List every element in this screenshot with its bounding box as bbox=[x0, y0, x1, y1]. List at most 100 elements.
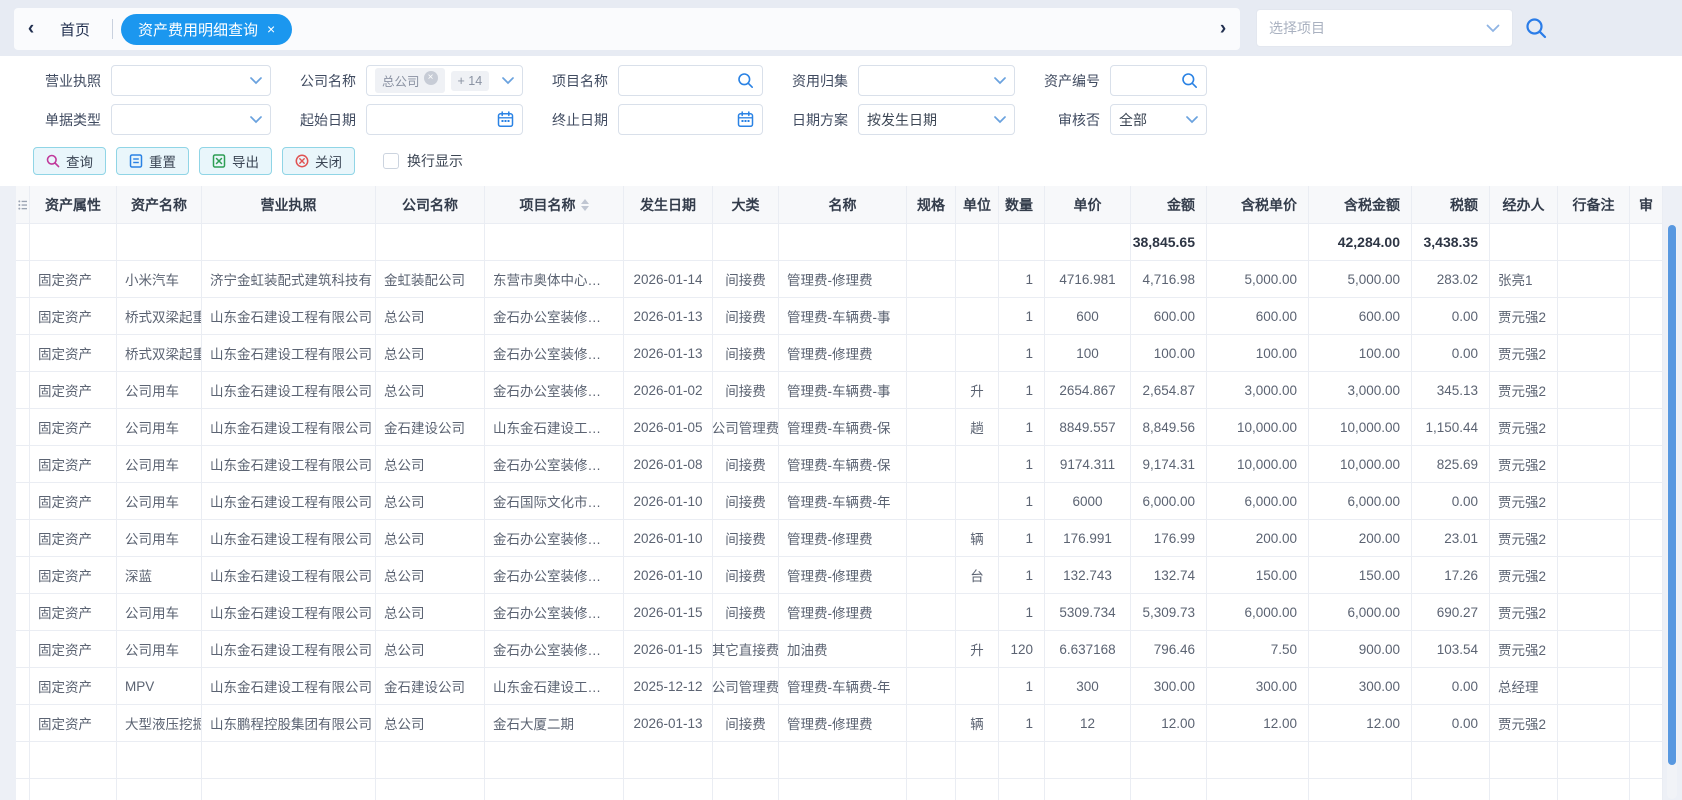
table-row[interactable]: 固定资产大型液压挖掘机山东鹏程控股集团有限公司总公司金石大厦二期2026-01-… bbox=[16, 705, 1663, 742]
cell: 管理费-修理费 bbox=[779, 594, 907, 631]
row-handle-cell bbox=[16, 668, 30, 705]
date-scheme-select[interactable]: 按发生日期 bbox=[858, 104, 1015, 135]
table-row[interactable]: 固定资产MPV山东金石建设工程有限公司金石建设公司山东金石建设工…2025-12… bbox=[16, 668, 1663, 705]
audit-status-select[interactable]: 全部 bbox=[1110, 104, 1207, 135]
cell: 9,174.31 bbox=[1131, 446, 1207, 483]
table-row[interactable]: 固定资产公司用车山东金石建设工程有限公司金石建设公司山东金石建设工…2026-0… bbox=[16, 409, 1663, 446]
start-date-input[interactable] bbox=[366, 104, 523, 135]
expense-collection-select[interactable] bbox=[858, 65, 1015, 96]
tab-asset-expense-query[interactable]: 资产费用明细查询 × bbox=[121, 14, 292, 45]
table-row[interactable]: 固定资产桥式双梁起重机山东金石建设工程有限公司总公司金石办公室装修…2026-0… bbox=[16, 298, 1663, 335]
search-icon bbox=[46, 154, 60, 168]
tab-strip: ‹ 首页 资产费用明细查询 × › bbox=[14, 8, 1240, 50]
cell: 山东金石建设工… bbox=[485, 409, 624, 446]
table-row[interactable]: 固定资产公司用车山东金石建设工程有限公司总公司金石办公室装修…2026-01-1… bbox=[16, 631, 1663, 668]
cell: 金石办公室装修… bbox=[485, 594, 624, 631]
cell bbox=[1490, 742, 1558, 779]
reset-button[interactable]: 重置 bbox=[116, 147, 189, 175]
cell bbox=[907, 372, 956, 409]
column-header[interactable]: 含税金额 bbox=[1309, 186, 1412, 224]
column-header[interactable]: 资产属性 bbox=[30, 186, 117, 224]
cell bbox=[956, 335, 999, 372]
end-date-input[interactable] bbox=[618, 104, 763, 135]
cell: 600.00 bbox=[1309, 298, 1412, 335]
column-header[interactable]: 大类 bbox=[713, 186, 779, 224]
column-header[interactable]: 单价 bbox=[1045, 186, 1131, 224]
table-row[interactable]: 固定资产公司用车山东金石建设工程有限公司总公司金石办公室装修…2026-01-0… bbox=[16, 446, 1663, 483]
column-header[interactable]: 税额 bbox=[1412, 186, 1490, 224]
column-header[interactable]: 规格 bbox=[907, 186, 956, 224]
cell bbox=[713, 224, 779, 261]
search-icon[interactable] bbox=[737, 72, 754, 89]
calendar-icon[interactable] bbox=[737, 111, 754, 128]
column-header[interactable]: 行备注 bbox=[1558, 186, 1630, 224]
column-header[interactable]: 审 bbox=[1630, 186, 1663, 224]
cell: 山东金石建设工程有限公司 bbox=[202, 298, 376, 335]
search-icon[interactable] bbox=[1524, 16, 1548, 40]
cell: 总公司 bbox=[376, 446, 485, 483]
cell: 固定资产 bbox=[30, 261, 117, 298]
column-settings-icon[interactable] bbox=[16, 186, 30, 224]
column-header[interactable]: 经办人 bbox=[1490, 186, 1558, 224]
column-header[interactable]: 项目名称 bbox=[485, 186, 624, 224]
column-header[interactable]: 公司名称 bbox=[376, 186, 485, 224]
table-row[interactable]: 固定资产公司用车山东金石建设工程有限公司总公司金石办公室装修…2026-01-1… bbox=[16, 594, 1663, 631]
asset-number-search-input[interactable] bbox=[1110, 65, 1207, 96]
column-header[interactable]: 营业执照 bbox=[202, 186, 376, 224]
company-name-multiselect[interactable]: 总公司 × + 14 bbox=[366, 65, 523, 96]
row-handle-cell bbox=[16, 631, 30, 668]
cell bbox=[1558, 742, 1630, 779]
cell: 42,284.00 bbox=[1309, 224, 1412, 261]
cell: 升 bbox=[956, 372, 999, 409]
column-header[interactable]: 资产名称 bbox=[117, 186, 202, 224]
cell bbox=[907, 705, 956, 742]
column-header[interactable]: 发生日期 bbox=[624, 186, 713, 224]
project-name-search-input[interactable] bbox=[618, 65, 763, 96]
close-button[interactable]: 关闭 bbox=[282, 147, 355, 175]
business-license-select[interactable] bbox=[111, 65, 271, 96]
cell: 103.54 bbox=[1412, 631, 1490, 668]
cell bbox=[1630, 520, 1663, 557]
project-select[interactable]: 选择项目 bbox=[1256, 9, 1513, 47]
table-row[interactable]: 固定资产公司用车山东金石建设工程有限公司总公司金石国际文化市…2026-01-1… bbox=[16, 483, 1663, 520]
table-row[interactable]: 固定资产公司用车山东金石建设工程有限公司总公司金石办公室装修…2026-01-0… bbox=[16, 372, 1663, 409]
scrollbar-thumb[interactable] bbox=[1668, 225, 1676, 765]
cell: 6,000.00 bbox=[1207, 483, 1309, 520]
query-button[interactable]: 查询 bbox=[33, 147, 106, 175]
cell: 9174.311 bbox=[1045, 446, 1131, 483]
cell: 张亮1 bbox=[1490, 261, 1558, 298]
cell bbox=[907, 298, 956, 335]
tag-remove-icon[interactable]: × bbox=[424, 71, 438, 85]
cell bbox=[1207, 742, 1309, 779]
column-header[interactable]: 含税单价 bbox=[1207, 186, 1309, 224]
cell: 山东金石建设工程有限公司 bbox=[202, 335, 376, 372]
table-row[interactable]: 固定资产小米汽车济宁金虹装配式建筑科技有金虹装配公司东营市奥体中心…2026-0… bbox=[16, 261, 1663, 298]
row-handle-cell bbox=[16, 372, 30, 409]
cell: 金石建设公司 bbox=[376, 409, 485, 446]
cell: 金石办公室装修… bbox=[485, 372, 624, 409]
sort-icon[interactable] bbox=[581, 199, 589, 211]
table-row[interactable]: 固定资产公司用车山东金石建设工程有限公司总公司金石办公室装修…2026-01-1… bbox=[16, 520, 1663, 557]
field-label: 项目名称 bbox=[540, 71, 608, 91]
cell bbox=[1490, 224, 1558, 261]
tab-close-icon[interactable]: × bbox=[267, 22, 275, 36]
tabs-scroll-right-icon[interactable]: › bbox=[1206, 18, 1240, 40]
cell: 100 bbox=[1045, 335, 1131, 372]
cell bbox=[956, 298, 999, 335]
search-icon[interactable] bbox=[1181, 72, 1198, 89]
vertical-scrollbar[interactable] bbox=[1667, 225, 1677, 799]
document-type-select[interactable] bbox=[111, 104, 271, 135]
tabs-scroll-left-icon[interactable]: ‹ bbox=[14, 18, 48, 40]
column-header[interactable]: 单位 bbox=[956, 186, 999, 224]
table-row[interactable]: 固定资产深蓝山东金石建设工程有限公司总公司金石办公室装修…2026-01-10间… bbox=[16, 557, 1663, 594]
column-header[interactable]: 名称 bbox=[779, 186, 907, 224]
table-row[interactable]: 固定资产桥式双梁起重机山东金石建设工程有限公司总公司金石办公室装修…2026-0… bbox=[16, 335, 1663, 372]
calendar-icon[interactable] bbox=[497, 111, 514, 128]
cell: 金石办公室装修… bbox=[485, 298, 624, 335]
wrap-display-checkbox[interactable]: 换行显示 bbox=[383, 151, 463, 171]
tab-home[interactable]: 首页 bbox=[48, 19, 112, 40]
export-button[interactable]: 导出 bbox=[199, 147, 272, 175]
column-header[interactable]: 金额 bbox=[1131, 186, 1207, 224]
column-header[interactable]: 数量 bbox=[999, 186, 1045, 224]
checkbox-box[interactable] bbox=[383, 153, 399, 169]
